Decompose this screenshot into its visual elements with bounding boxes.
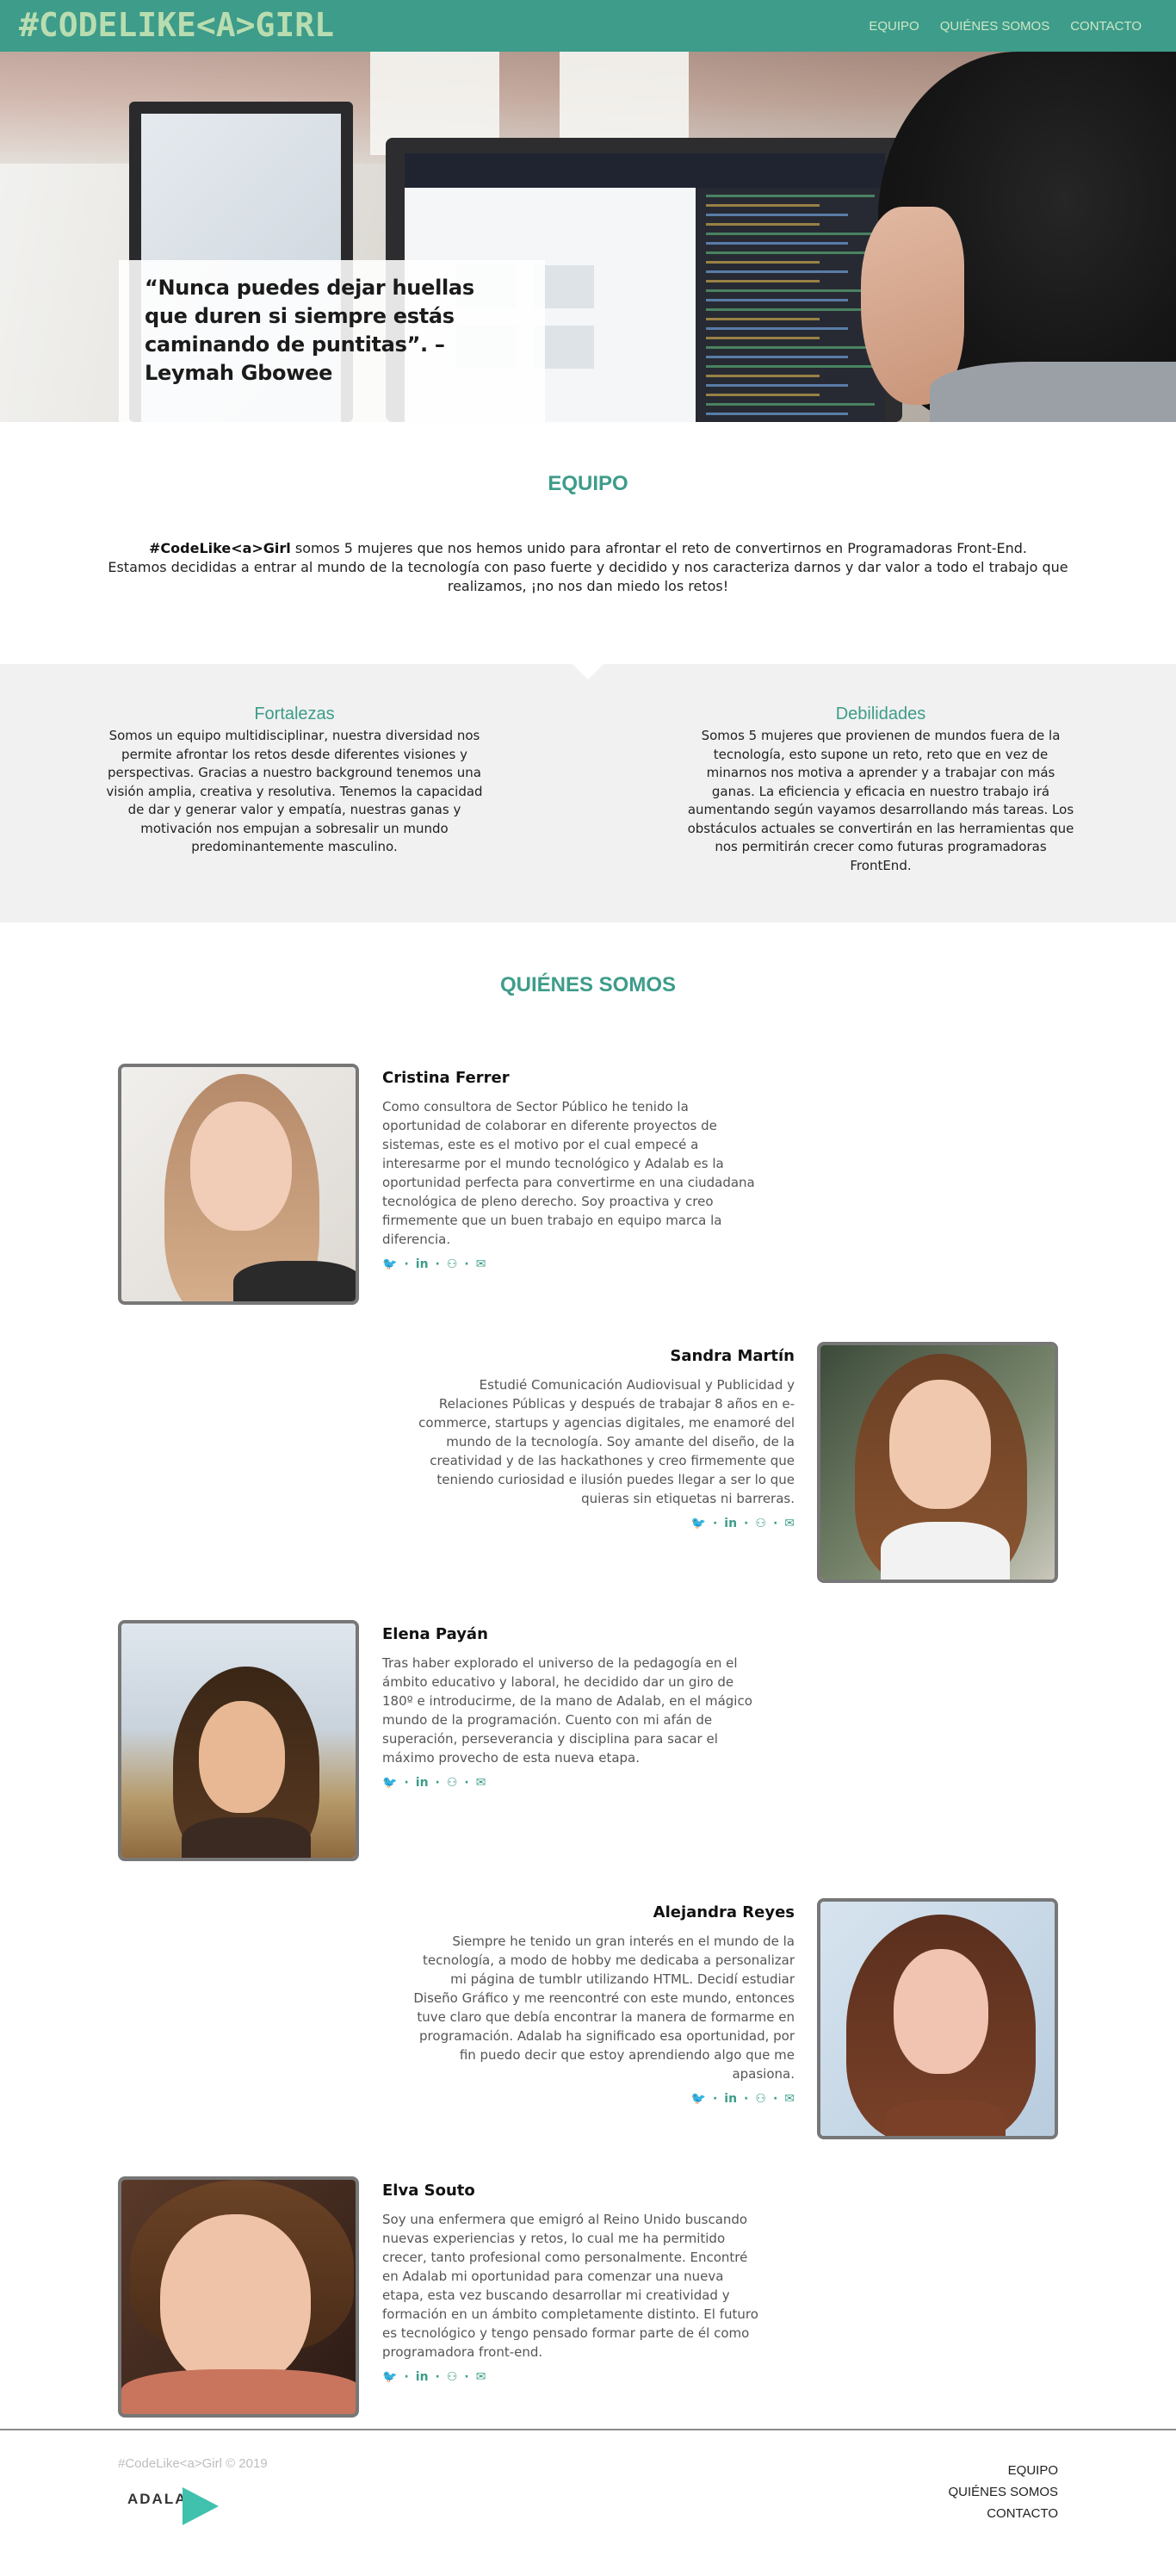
member-card-alejandra: Alejandra Reyes Siempre he tenido un gra… bbox=[118, 1898, 1058, 2139]
member-photo-elva bbox=[118, 2176, 359, 2418]
footer-nav-quienes-somos[interactable]: QUIÉNES SOMOS bbox=[948, 2481, 1058, 2503]
hero-person-shoulder bbox=[930, 362, 1176, 422]
equipo-intro: #CodeLike<a>Girl somos 5 mujeres que nos… bbox=[86, 539, 1090, 596]
email-icon[interactable]: ✉ bbox=[476, 2370, 486, 2384]
member-social-links: 🐦 · in · ⚇ · ✉ bbox=[382, 1776, 486, 1790]
github-icon[interactable]: ⚇ bbox=[447, 2370, 458, 2384]
twitter-icon[interactable]: 🐦 bbox=[691, 1517, 706, 1530]
hero-quote-box: “Nunca puedes dejar huellas que duren si… bbox=[119, 260, 545, 422]
member-social-links: 🐦 · in · ⚇ · ✉ bbox=[382, 1257, 486, 1271]
band-notch bbox=[573, 664, 603, 680]
weaknesses-column: Debilidades Somos 5 mujeres que proviene… bbox=[687, 705, 1074, 875]
member-photo-cristina bbox=[118, 1064, 359, 1305]
member-social-links: 🐦 · in · ⚇ · ✉ bbox=[690, 2092, 795, 2106]
member-photo-elena bbox=[118, 1620, 359, 1861]
member-bio: Estudié Comunicación Audiovisual y Publi… bbox=[418, 1377, 795, 1506]
equipo-brand: #CodeLike<a>Girl bbox=[149, 540, 291, 556]
linkedin-icon[interactable]: in bbox=[416, 1776, 429, 1790]
main-nav: EQUIPO QUIÉNES SOMOS CONTACTO bbox=[869, 19, 1142, 34]
email-icon[interactable]: ✉ bbox=[476, 1776, 486, 1790]
twitter-icon[interactable]: 🐦 bbox=[382, 2370, 397, 2384]
footer-nav-contacto[interactable]: CONTACTO bbox=[948, 2503, 1058, 2524]
member-card-elena: Elena Payán Tras haber explorado el univ… bbox=[118, 1620, 1058, 1861]
github-icon[interactable]: ⚇ bbox=[447, 1257, 458, 1271]
footer-divider bbox=[0, 2429, 1176, 2430]
member-bio: Como consultora de Sector Público he ten… bbox=[382, 1099, 755, 1247]
site-header: #CODELIKE<A>GIRL EQUIPO QUIÉNES SOMOS CO… bbox=[0, 0, 1176, 52]
email-icon[interactable]: ✉ bbox=[476, 1257, 486, 1271]
member-info-elva: Elva Souto Soy una enfermera que emigró … bbox=[382, 2182, 765, 2384]
nav-quienes-somos[interactable]: QUIÉNES SOMOS bbox=[940, 19, 1050, 34]
weaknesses-title: Debilidades bbox=[835, 705, 926, 723]
member-social-links: 🐦 · in · ⚇ · ✉ bbox=[382, 2370, 486, 2384]
twitter-icon[interactable]: 🐦 bbox=[382, 1257, 397, 1271]
email-icon[interactable]: ✉ bbox=[784, 2092, 795, 2106]
member-bio: Tras haber explorado el universo de la p… bbox=[382, 1655, 752, 1766]
nav-contacto[interactable]: CONTACTO bbox=[1070, 19, 1142, 34]
member-name: Elva Souto bbox=[382, 2182, 475, 2200]
strengths-column: Fortalezas Somos un equipo multidiscipli… bbox=[101, 705, 488, 857]
email-icon[interactable]: ✉ bbox=[784, 1517, 795, 1530]
site-logo[interactable]: #CODELIKE<A>GIRL bbox=[19, 5, 334, 45]
member-name: Elena Payán bbox=[382, 1625, 488, 1643]
github-icon[interactable]: ⚇ bbox=[447, 1776, 458, 1790]
hero-quote: “Nunca puedes dejar huellas que duren si… bbox=[145, 276, 474, 385]
footer-nav: EQUIPO QUIÉNES SOMOS CONTACTO bbox=[948, 2460, 1058, 2524]
weaknesses-text: Somos 5 mujeres que provienen de mundos … bbox=[687, 728, 1074, 873]
member-card-cristina: Cristina Ferrer Como consultora de Secto… bbox=[118, 1064, 1058, 1305]
member-bio: Soy una enfermera que emigró al Reino Un… bbox=[382, 2212, 758, 2360]
footer-copyright: #CodeLike<a>Girl © 2019 bbox=[118, 2456, 268, 2471]
quienes-somos-title: QUIÉNES SOMOS bbox=[499, 973, 677, 996]
twitter-icon[interactable]: 🐦 bbox=[691, 2092, 706, 2106]
adalab-logo-mark-icon bbox=[183, 2487, 219, 2525]
strengths-text: Somos un equipo multidisciplinar, nuestr… bbox=[106, 728, 483, 854]
github-icon[interactable]: ⚇ bbox=[755, 1517, 766, 1530]
equipo-title: EQUIPO bbox=[548, 472, 628, 495]
member-name: Cristina Ferrer bbox=[382, 1069, 510, 1087]
footer-nav-equipo[interactable]: EQUIPO bbox=[948, 2460, 1058, 2481]
equipo-intro-line2: Estamos decididas a entrar al mundo de l… bbox=[108, 559, 1068, 594]
member-card-elva: Elva Souto Soy una enfermera que emigró … bbox=[118, 2176, 1058, 2418]
member-name: Alejandra Reyes bbox=[653, 1903, 795, 1921]
strengths-title: Fortalezas bbox=[254, 705, 335, 723]
member-name: Sandra Martín bbox=[670, 1347, 795, 1365]
member-info-sandra: Sandra Martín Estudié Comunicación Audio… bbox=[412, 1347, 795, 1530]
member-photo-alejandra bbox=[817, 1898, 1058, 2139]
member-info-elena: Elena Payán Tras haber explorado el univ… bbox=[382, 1625, 765, 1790]
equipo-intro-text: somos 5 mujeres que nos hemos unido para… bbox=[290, 540, 1027, 556]
linkedin-icon[interactable]: in bbox=[416, 2370, 429, 2384]
twitter-icon[interactable]: 🐦 bbox=[382, 1776, 397, 1790]
linkedin-icon[interactable]: in bbox=[416, 1257, 429, 1271]
linkedin-icon[interactable]: in bbox=[724, 2092, 737, 2106]
github-icon[interactable]: ⚇ bbox=[755, 2092, 766, 2106]
member-photo-sandra bbox=[817, 1342, 1058, 1583]
member-info-alejandra: Alejandra Reyes Siempre he tenido un gra… bbox=[412, 1903, 795, 2106]
member-card-sandra: Sandra Martín Estudié Comunicación Audio… bbox=[118, 1342, 1058, 1583]
linkedin-icon[interactable]: in bbox=[724, 1517, 737, 1530]
member-social-links: 🐦 · in · ⚇ · ✉ bbox=[690, 1517, 795, 1530]
nav-equipo[interactable]: EQUIPO bbox=[869, 19, 919, 34]
member-info-cristina: Cristina Ferrer Como consultora de Secto… bbox=[382, 1069, 765, 1271]
member-bio: Siempre he tenido un gran interés en el … bbox=[413, 1934, 795, 2082]
